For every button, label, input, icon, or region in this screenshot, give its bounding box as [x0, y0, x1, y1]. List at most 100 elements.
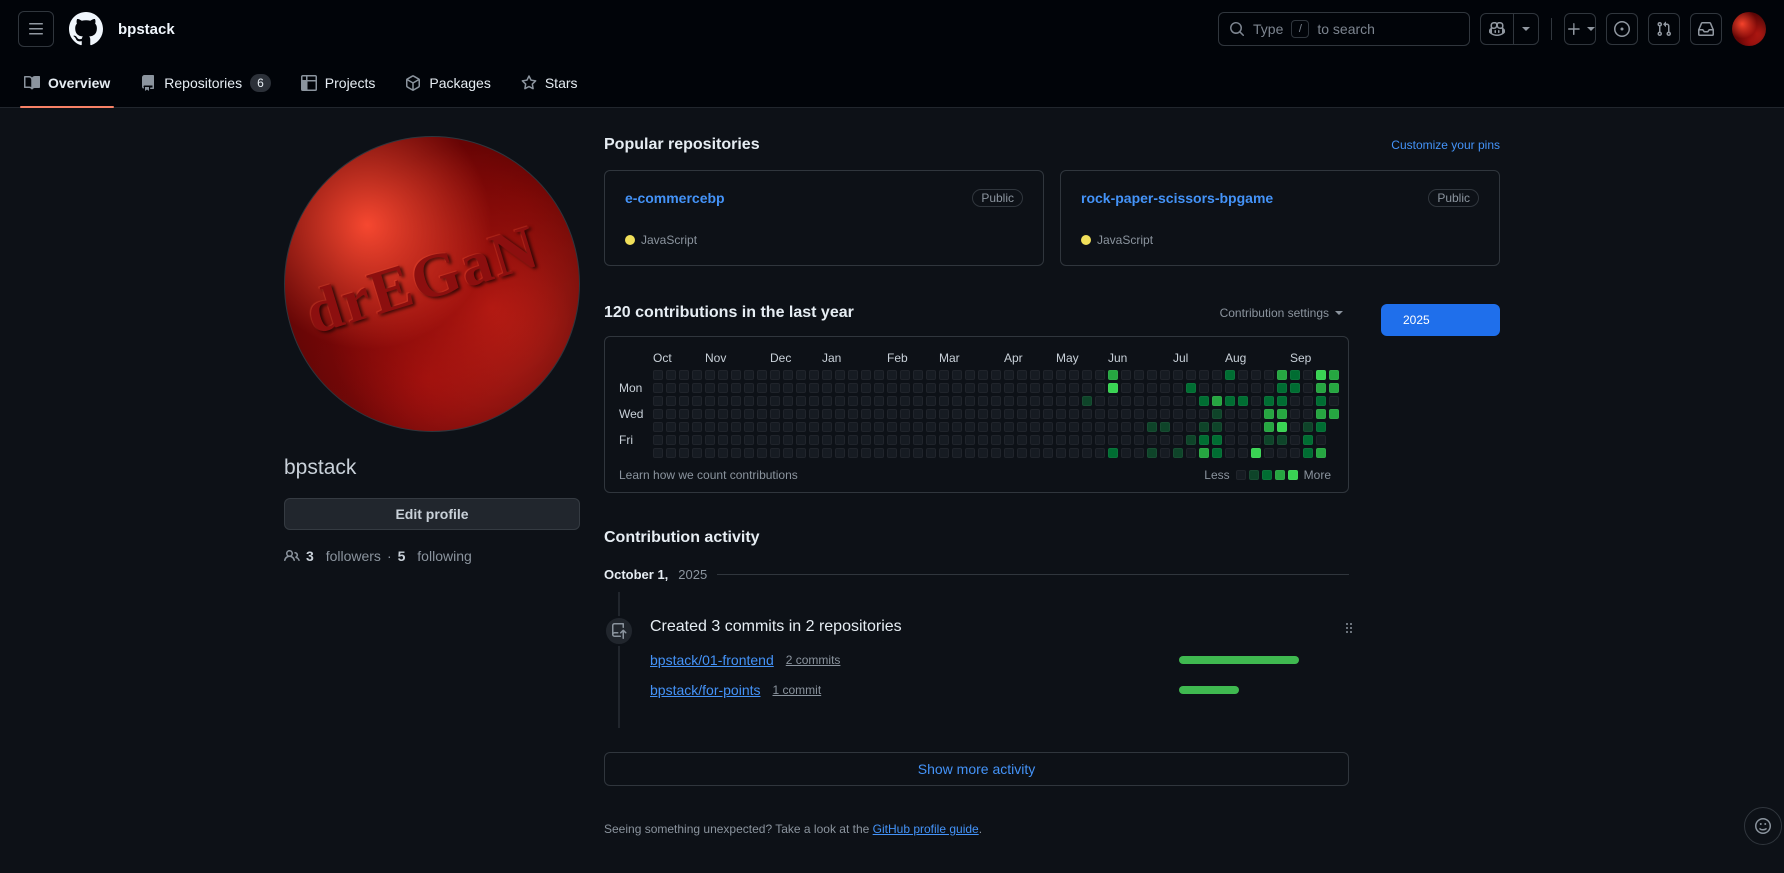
- tab-repositories[interactable]: Repositories 6: [130, 58, 281, 107]
- contribution-cell[interactable]: [1160, 448, 1170, 458]
- contribution-cell[interactable]: [1316, 448, 1326, 458]
- contribution-cell[interactable]: [1329, 383, 1339, 393]
- commit-count-link[interactable]: 1 commit: [773, 683, 822, 697]
- contribution-cell[interactable]: [822, 422, 832, 432]
- contribution-cell[interactable]: [913, 370, 923, 380]
- contribution-cell[interactable]: [1004, 383, 1014, 393]
- contribution-cell[interactable]: [1160, 435, 1170, 445]
- user-avatar-menu[interactable]: [1732, 12, 1766, 46]
- contribution-cell[interactable]: [1004, 370, 1014, 380]
- contribution-cell[interactable]: [1082, 383, 1092, 393]
- copilot-dropdown-button[interactable]: [1513, 14, 1538, 44]
- contribution-cell[interactable]: [900, 370, 910, 380]
- contribution-cell[interactable]: [692, 409, 702, 419]
- contribution-cell[interactable]: [978, 370, 988, 380]
- contribution-cell[interactable]: [1121, 370, 1131, 380]
- contribution-cell[interactable]: [1212, 383, 1222, 393]
- issues-button[interactable]: [1606, 13, 1638, 45]
- contribution-cell[interactable]: [757, 422, 767, 432]
- commit-repo-link[interactable]: bpstack/for-points: [650, 682, 761, 698]
- contribution-cell[interactable]: [731, 435, 741, 445]
- contribution-cell[interactable]: [796, 383, 806, 393]
- contribution-cell[interactable]: [718, 396, 728, 406]
- contribution-cell[interactable]: [939, 370, 949, 380]
- learn-contributions-link[interactable]: Learn how we count contributions: [619, 468, 798, 482]
- contribution-cell[interactable]: [783, 396, 793, 406]
- contribution-cell[interactable]: [952, 396, 962, 406]
- contribution-cell[interactable]: [809, 435, 819, 445]
- contribution-cell[interactable]: [1212, 448, 1222, 458]
- contribution-cell[interactable]: [1082, 422, 1092, 432]
- contribution-cell[interactable]: [926, 422, 936, 432]
- contribution-cell[interactable]: [1329, 370, 1339, 380]
- contribution-cell[interactable]: [679, 370, 689, 380]
- contribution-cell[interactable]: [770, 396, 780, 406]
- contribution-cell[interactable]: [1251, 435, 1261, 445]
- contribution-cell[interactable]: [1212, 422, 1222, 432]
- contribution-cell[interactable]: [1030, 383, 1040, 393]
- contribution-cell[interactable]: [1069, 448, 1079, 458]
- contribution-cell[interactable]: [900, 409, 910, 419]
- contribution-cell[interactable]: [835, 448, 845, 458]
- contribution-cell[interactable]: [1316, 396, 1326, 406]
- contribution-cell[interactable]: [692, 383, 702, 393]
- contribution-cell[interactable]: [1108, 422, 1118, 432]
- contribution-cell[interactable]: [1186, 422, 1196, 432]
- contribution-cell[interactable]: [1160, 396, 1170, 406]
- contribution-cell[interactable]: [978, 422, 988, 432]
- contribution-cell[interactable]: [926, 435, 936, 445]
- contribution-cell[interactable]: [1121, 448, 1131, 458]
- contribution-cell[interactable]: [952, 370, 962, 380]
- contribution-cell[interactable]: [1017, 370, 1027, 380]
- contribution-cell[interactable]: [1173, 435, 1183, 445]
- contribution-cell[interactable]: [822, 448, 832, 458]
- show-more-activity-button[interactable]: Show more activity: [604, 752, 1349, 786]
- commit-count-link[interactable]: 2 commits: [786, 653, 841, 667]
- contribution-cell[interactable]: [770, 435, 780, 445]
- contribution-cell[interactable]: [1017, 396, 1027, 406]
- contribution-cell[interactable]: [692, 448, 702, 458]
- contribution-cell[interactable]: [653, 422, 663, 432]
- contribution-cell[interactable]: [1017, 448, 1027, 458]
- contribution-cell[interactable]: [692, 435, 702, 445]
- contribution-cell[interactable]: [1004, 448, 1014, 458]
- contribution-cell[interactable]: [705, 422, 715, 432]
- contribution-cell[interactable]: [1082, 435, 1092, 445]
- contribution-cell[interactable]: [1212, 396, 1222, 406]
- contribution-cell[interactable]: [822, 396, 832, 406]
- contribution-cell[interactable]: [1186, 448, 1196, 458]
- contribution-cell[interactable]: [926, 383, 936, 393]
- contribution-cell[interactable]: [679, 409, 689, 419]
- contribution-cell[interactable]: [796, 409, 806, 419]
- contribution-cell[interactable]: [1251, 448, 1261, 458]
- contribution-cell[interactable]: [1004, 409, 1014, 419]
- contribution-cell[interactable]: [718, 435, 728, 445]
- contribution-cell[interactable]: [1238, 396, 1248, 406]
- contribution-cell[interactable]: [653, 370, 663, 380]
- tab-overview[interactable]: Overview: [14, 58, 120, 108]
- contribution-cell[interactable]: [796, 422, 806, 432]
- contribution-cell[interactable]: [861, 422, 871, 432]
- contribution-cell[interactable]: [1082, 409, 1092, 419]
- contribution-cell[interactable]: [1095, 409, 1105, 419]
- edit-profile-button[interactable]: Edit profile: [284, 498, 580, 530]
- contribution-cell[interactable]: [1056, 422, 1066, 432]
- contribution-cell[interactable]: [718, 448, 728, 458]
- contribution-cell[interactable]: [653, 383, 663, 393]
- contribution-cell[interactable]: [913, 396, 923, 406]
- contribution-cell[interactable]: [835, 409, 845, 419]
- contribution-cell[interactable]: [1095, 370, 1105, 380]
- contribution-cell[interactable]: [1017, 435, 1027, 445]
- contribution-cell[interactable]: [796, 370, 806, 380]
- contribution-cell[interactable]: [978, 409, 988, 419]
- contribution-cell[interactable]: [1225, 370, 1235, 380]
- contribution-cell[interactable]: [1173, 422, 1183, 432]
- contribution-cell[interactable]: [1043, 448, 1053, 458]
- contribution-cell[interactable]: [1004, 435, 1014, 445]
- contribution-cell[interactable]: [1199, 383, 1209, 393]
- inbox-button[interactable]: [1690, 13, 1722, 45]
- contribution-cell[interactable]: [744, 409, 754, 419]
- contribution-cell[interactable]: [1303, 370, 1313, 380]
- contribution-cell[interactable]: [1212, 435, 1222, 445]
- contribution-cell[interactable]: [809, 396, 819, 406]
